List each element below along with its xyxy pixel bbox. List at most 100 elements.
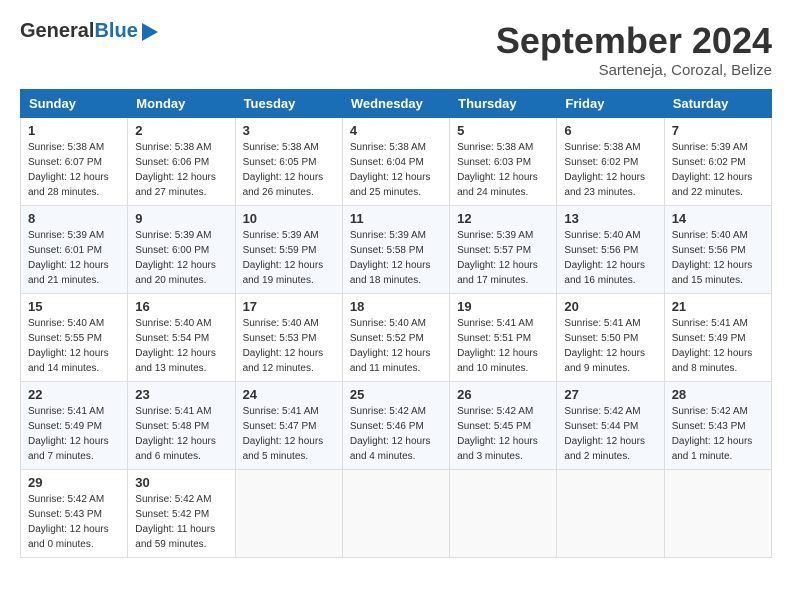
day-number: 29 [28,475,120,490]
sunset-label: Sunset: 5:46 PM [350,421,424,432]
sunrise-label: Sunrise: 5:42 AM [457,406,533,417]
day-number: 30 [135,475,227,490]
calendar-day-cell: 11 Sunrise: 5:39 AM Sunset: 5:58 PM Dayl… [342,206,449,294]
sunset-label: Sunset: 5:57 PM [457,245,531,256]
calendar-day-cell: 25 Sunrise: 5:42 AM Sunset: 5:46 PM Dayl… [342,382,449,470]
day-info: Sunrise: 5:42 AM Sunset: 5:43 PM Dayligh… [28,492,120,552]
calendar-day-cell: 26 Sunrise: 5:42 AM Sunset: 5:45 PM Dayl… [450,382,557,470]
day-number: 6 [564,123,656,138]
daylight-label: Daylight: 12 hours and 10 minutes. [457,348,538,374]
daylight-label: Daylight: 12 hours and 17 minutes. [457,260,538,286]
daylight-label: Daylight: 12 hours and 11 minutes. [350,348,431,374]
sunrise-label: Sunrise: 5:40 AM [28,318,104,329]
calendar-weekday-header: Monday [128,90,235,118]
daylight-label: Daylight: 12 hours and 28 minutes. [28,172,109,198]
calendar-weekday-header: Friday [557,90,664,118]
sunset-label: Sunset: 5:45 PM [457,421,531,432]
day-info: Sunrise: 5:39 AM Sunset: 6:00 PM Dayligh… [135,228,227,288]
title-area: September 2024 Sarteneja, Corozal, Beliz… [496,20,772,79]
daylight-label: Daylight: 12 hours and 18 minutes. [350,260,431,286]
day-number: 15 [28,299,120,314]
sunset-label: Sunset: 5:52 PM [350,333,424,344]
daylight-label: Daylight: 12 hours and 7 minutes. [28,436,109,462]
daylight-label: Daylight: 12 hours and 0 minutes. [28,524,109,550]
day-info: Sunrise: 5:41 AM Sunset: 5:49 PM Dayligh… [672,316,764,376]
sunrise-label: Sunrise: 5:39 AM [243,230,319,241]
sunset-label: Sunset: 6:07 PM [28,157,102,168]
day-info: Sunrise: 5:40 AM Sunset: 5:52 PM Dayligh… [350,316,442,376]
sunrise-label: Sunrise: 5:42 AM [135,494,211,505]
daylight-label: Daylight: 12 hours and 24 minutes. [457,172,538,198]
calendar-day-cell [557,470,664,558]
calendar-day-cell: 28 Sunrise: 5:42 AM Sunset: 5:43 PM Dayl… [664,382,771,470]
sunrise-label: Sunrise: 5:38 AM [28,142,104,153]
calendar-day-cell: 10 Sunrise: 5:39 AM Sunset: 5:59 PM Dayl… [235,206,342,294]
day-number: 12 [457,211,549,226]
day-info: Sunrise: 5:42 AM Sunset: 5:44 PM Dayligh… [564,404,656,464]
daylight-label: Daylight: 12 hours and 20 minutes. [135,260,216,286]
calendar-day-cell: 3 Sunrise: 5:38 AM Sunset: 6:05 PM Dayli… [235,118,342,206]
daylight-label: Daylight: 12 hours and 1 minute. [672,436,753,462]
calendar-day-cell: 6 Sunrise: 5:38 AM Sunset: 6:02 PM Dayli… [557,118,664,206]
day-info: Sunrise: 5:42 AM Sunset: 5:43 PM Dayligh… [672,404,764,464]
day-info: Sunrise: 5:39 AM Sunset: 5:59 PM Dayligh… [243,228,335,288]
calendar-week-row: 1 Sunrise: 5:38 AM Sunset: 6:07 PM Dayli… [21,118,772,206]
sunset-label: Sunset: 5:44 PM [564,421,638,432]
daylight-label: Daylight: 12 hours and 2 minutes. [564,436,645,462]
daylight-label: Daylight: 12 hours and 21 minutes. [28,260,109,286]
daylight-label: Daylight: 12 hours and 8 minutes. [672,348,753,374]
sunrise-label: Sunrise: 5:39 AM [135,230,211,241]
day-number: 1 [28,123,120,138]
calendar-day-cell [235,470,342,558]
daylight-label: Daylight: 12 hours and 6 minutes. [135,436,216,462]
day-number: 13 [564,211,656,226]
day-info: Sunrise: 5:40 AM Sunset: 5:56 PM Dayligh… [672,228,764,288]
day-number: 11 [350,211,442,226]
calendar-day-cell: 21 Sunrise: 5:41 AM Sunset: 5:49 PM Dayl… [664,294,771,382]
sunset-label: Sunset: 5:49 PM [28,421,102,432]
calendar-day-cell [664,470,771,558]
sunrise-label: Sunrise: 5:42 AM [564,406,640,417]
calendar-day-cell: 13 Sunrise: 5:40 AM Sunset: 5:56 PM Dayl… [557,206,664,294]
sunset-label: Sunset: 5:48 PM [135,421,209,432]
daylight-label: Daylight: 12 hours and 13 minutes. [135,348,216,374]
day-number: 17 [243,299,335,314]
sunset-label: Sunset: 5:42 PM [135,509,209,520]
sunset-label: Sunset: 5:43 PM [28,509,102,520]
day-info: Sunrise: 5:42 AM Sunset: 5:42 PM Dayligh… [135,492,227,552]
daylight-label: Daylight: 12 hours and 23 minutes. [564,172,645,198]
sunrise-label: Sunrise: 5:38 AM [135,142,211,153]
day-info: Sunrise: 5:38 AM Sunset: 6:02 PM Dayligh… [564,140,656,200]
day-info: Sunrise: 5:40 AM Sunset: 5:54 PM Dayligh… [135,316,227,376]
day-number: 20 [564,299,656,314]
sunrise-label: Sunrise: 5:39 AM [457,230,533,241]
sunrise-label: Sunrise: 5:40 AM [672,230,748,241]
day-number: 16 [135,299,227,314]
day-info: Sunrise: 5:38 AM Sunset: 6:05 PM Dayligh… [243,140,335,200]
sunrise-label: Sunrise: 5:41 AM [28,406,104,417]
sunset-label: Sunset: 5:47 PM [243,421,317,432]
calendar-day-cell: 30 Sunrise: 5:42 AM Sunset: 5:42 PM Dayl… [128,470,235,558]
daylight-label: Daylight: 12 hours and 22 minutes. [672,172,753,198]
sunrise-label: Sunrise: 5:42 AM [350,406,426,417]
sunset-label: Sunset: 6:05 PM [243,157,317,168]
day-info: Sunrise: 5:40 AM Sunset: 5:55 PM Dayligh… [28,316,120,376]
logo-blue-text: Blue [94,20,137,42]
daylight-label: Daylight: 12 hours and 16 minutes. [564,260,645,286]
sunset-label: Sunset: 5:43 PM [672,421,746,432]
day-info: Sunrise: 5:42 AM Sunset: 5:45 PM Dayligh… [457,404,549,464]
daylight-label: Daylight: 12 hours and 3 minutes. [457,436,538,462]
sunrise-label: Sunrise: 5:41 AM [135,406,211,417]
sunrise-label: Sunrise: 5:41 AM [243,406,319,417]
day-info: Sunrise: 5:38 AM Sunset: 6:07 PM Dayligh… [28,140,120,200]
daylight-label: Daylight: 12 hours and 4 minutes. [350,436,431,462]
calendar-day-cell: 12 Sunrise: 5:39 AM Sunset: 5:57 PM Dayl… [450,206,557,294]
sunset-label: Sunset: 5:50 PM [564,333,638,344]
sunrise-label: Sunrise: 5:40 AM [350,318,426,329]
sunset-label: Sunset: 6:00 PM [135,245,209,256]
day-number: 19 [457,299,549,314]
day-info: Sunrise: 5:41 AM Sunset: 5:49 PM Dayligh… [28,404,120,464]
calendar-weekday-header: Saturday [664,90,771,118]
calendar-day-cell: 15 Sunrise: 5:40 AM Sunset: 5:55 PM Dayl… [21,294,128,382]
day-info: Sunrise: 5:38 AM Sunset: 6:04 PM Dayligh… [350,140,442,200]
